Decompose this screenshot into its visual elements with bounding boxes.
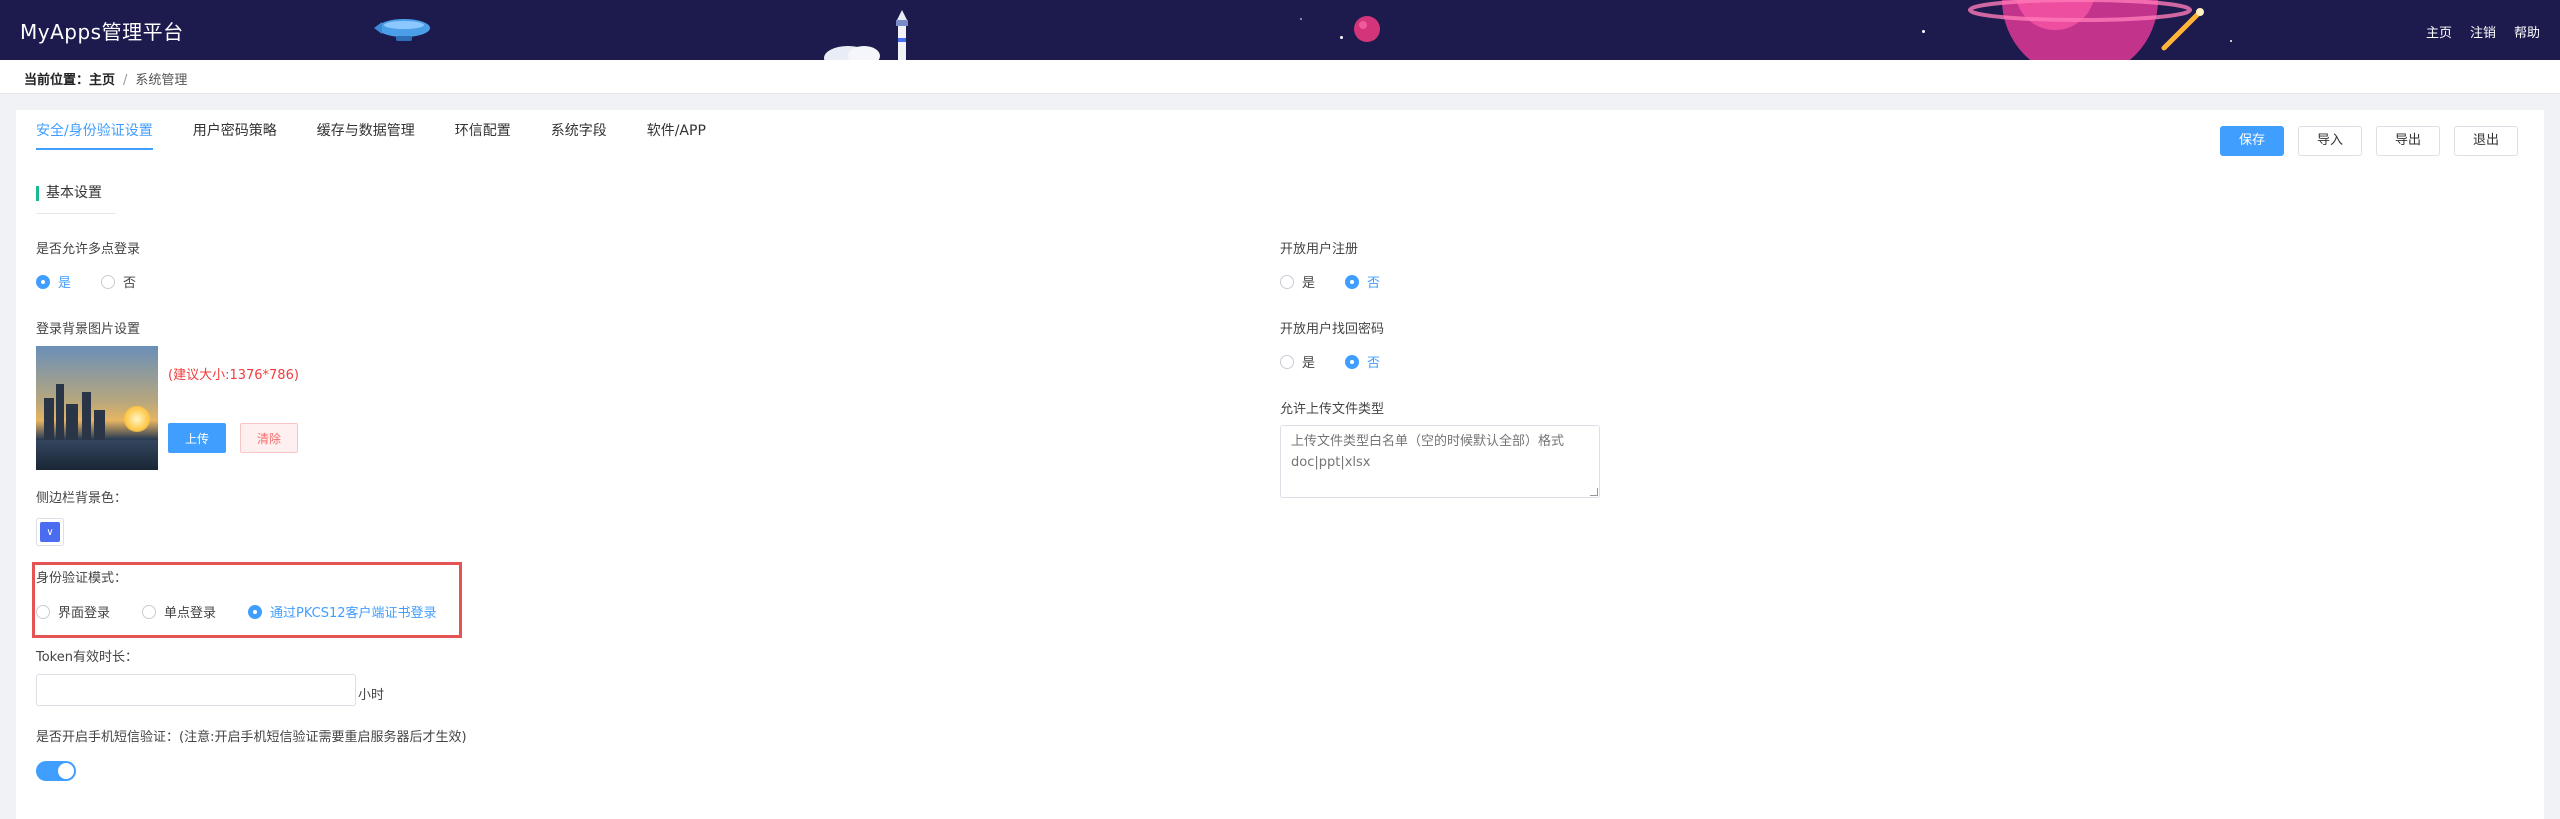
radio-dot	[1345, 354, 1360, 369]
upload-button[interactable]: 上传	[168, 423, 226, 453]
auth-mode-radio-group: 界面登录 单点登录 通过PKCS12客户端证书登录	[36, 602, 467, 621]
tab-huanxin-config[interactable]: 环信配置	[455, 120, 511, 150]
radio-label: 是	[1302, 356, 1316, 371]
tab-system-fields[interactable]: 系统字段	[551, 120, 607, 150]
radio-dot	[101, 274, 116, 289]
open-register-label: 开放用户注册	[1280, 242, 1359, 257]
lighthouse-icon	[824, 10, 908, 60]
resize-handle-icon[interactable]	[1590, 488, 1598, 496]
open-recover-radio-group: 是 否	[1280, 352, 1410, 371]
planet-small-icon	[1354, 16, 1380, 42]
settings-card: 安全/身份验证设置 用户密码策略 缓存与数据管理 环信配置 系统字段 软件/AP…	[16, 110, 2544, 819]
star-icon	[1922, 30, 1925, 33]
action-buttons: 保存 导入 导出 退出	[2219, 126, 2518, 156]
token-label: Token有效时长：	[36, 650, 138, 665]
open-recover-no-radio[interactable]: 否	[1345, 352, 1380, 371]
radio-dot	[36, 604, 50, 619]
thumbnail-building	[82, 392, 91, 440]
radio-label: 否	[1367, 276, 1381, 291]
auth-mode-sso-radio[interactable]: 单点登录	[142, 602, 216, 621]
nav-help-link[interactable]: 帮助	[2514, 22, 2540, 41]
thumbnail-building	[56, 384, 64, 440]
bg-image-label: 登录背景图片设置	[36, 322, 141, 337]
auth-mode-label: 身份验证模式：	[36, 571, 128, 586]
radio-label: 通过PKCS12客户端证书登录	[270, 606, 437, 621]
multi-login-label: 是否允许多点登录	[36, 242, 141, 257]
nav-logout-link[interactable]: 注销	[2470, 22, 2496, 41]
thumbnail-water	[36, 440, 158, 470]
open-recover-label: 开放用户找回密码	[1280, 322, 1385, 337]
login-bg-thumbnail	[36, 346, 158, 470]
tab-software-app[interactable]: 软件/APP	[647, 120, 706, 150]
breadcrumb-separator: /	[123, 73, 128, 88]
open-register-radio-group: 是 否	[1280, 272, 1410, 291]
token-duration-input[interactable]	[36, 674, 356, 706]
exit-button[interactable]: 退出	[2453, 126, 2518, 156]
nav-home-link[interactable]: 主页	[2426, 22, 2452, 41]
save-button[interactable]: 保存	[2219, 126, 2284, 156]
multi-login-yes-radio[interactable]: 是	[36, 272, 71, 291]
clear-button[interactable]: 清除	[240, 423, 298, 453]
star-icon	[2230, 40, 2232, 42]
breadcrumb: 当前位置：主页 / 系统管理	[0, 60, 2560, 94]
airship-icon	[374, 19, 430, 41]
radio-label: 是	[58, 276, 72, 291]
import-button[interactable]: 导入	[2297, 126, 2362, 156]
chevron-down-icon: ∨	[40, 522, 60, 542]
thumbnail-building	[66, 404, 78, 440]
tab-security-auth[interactable]: 安全/身份验证设置	[36, 120, 153, 150]
sms-verify-label: 是否开启手机短信验证：(注意:开启手机短信验证需要重启服务器后才生效)	[36, 730, 467, 745]
settings-tabs: 安全/身份验证设置 用户密码策略 缓存与数据管理 环信配置 系统字段 软件/AP…	[36, 120, 706, 150]
multi-login-no-radio[interactable]: 否	[101, 272, 136, 291]
radio-label: 否	[123, 276, 137, 291]
header-nav: 主页 注销 帮助	[2426, 22, 2540, 41]
sidebar-color-picker[interactable]: ∨	[36, 518, 64, 546]
token-unit: 小时	[358, 688, 385, 703]
radio-dot	[36, 274, 50, 289]
section-divider	[36, 213, 116, 214]
radio-label: 界面登录	[58, 606, 111, 621]
breadcrumb-home-link[interactable]: 主页	[89, 73, 115, 88]
radio-label: 单点登录	[164, 606, 217, 621]
upload-types-label: 允许上传文件类型	[1280, 402, 1385, 417]
breadcrumb-prefix: 当前位置：	[24, 73, 90, 88]
open-register-yes-radio[interactable]: 是	[1280, 272, 1315, 291]
star-icon	[1300, 18, 1302, 20]
radio-dot	[248, 604, 263, 619]
sms-verify-toggle[interactable]	[36, 761, 76, 781]
auth-mode-pkcs12-radio[interactable]: 通过PKCS12客户端证书登录	[248, 602, 437, 621]
tab-cache-data[interactable]: 缓存与数据管理	[317, 120, 415, 150]
comet-icon	[2161, 8, 2204, 51]
open-recover-yes-radio[interactable]: 是	[1280, 352, 1315, 371]
bg-image-size-hint: (建议大小:1376*786)	[168, 368, 299, 383]
section-title: 基本设置	[36, 186, 102, 201]
radio-label: 是	[1302, 276, 1316, 291]
open-register-no-radio[interactable]: 否	[1345, 272, 1380, 291]
radio-dot	[142, 604, 157, 619]
top-header: MyApps管理平台 主页 注销 帮助	[0, 0, 2560, 60]
app-title: MyApps管理平台	[20, 20, 184, 44]
export-button[interactable]: 导出	[2375, 126, 2440, 156]
radio-dot	[1345, 274, 1360, 289]
auth-mode-ui-login-radio[interactable]: 界面登录	[36, 602, 110, 621]
star-icon	[1340, 36, 1343, 39]
sidebar-color-label: 侧边栏背景色：	[36, 491, 128, 506]
radio-label: 否	[1367, 356, 1381, 371]
radio-dot	[1280, 274, 1294, 289]
tab-password-policy[interactable]: 用户密码策略	[193, 120, 277, 150]
radio-dot	[1280, 354, 1294, 369]
upload-types-textarea[interactable]	[1280, 425, 1600, 498]
breadcrumb-current: 系统管理	[135, 73, 188, 88]
thumbnail-building	[94, 410, 105, 440]
thumbnail-building	[44, 398, 54, 440]
thumbnail-sun	[124, 406, 150, 432]
multi-login-radio-group: 是 否	[36, 272, 166, 291]
